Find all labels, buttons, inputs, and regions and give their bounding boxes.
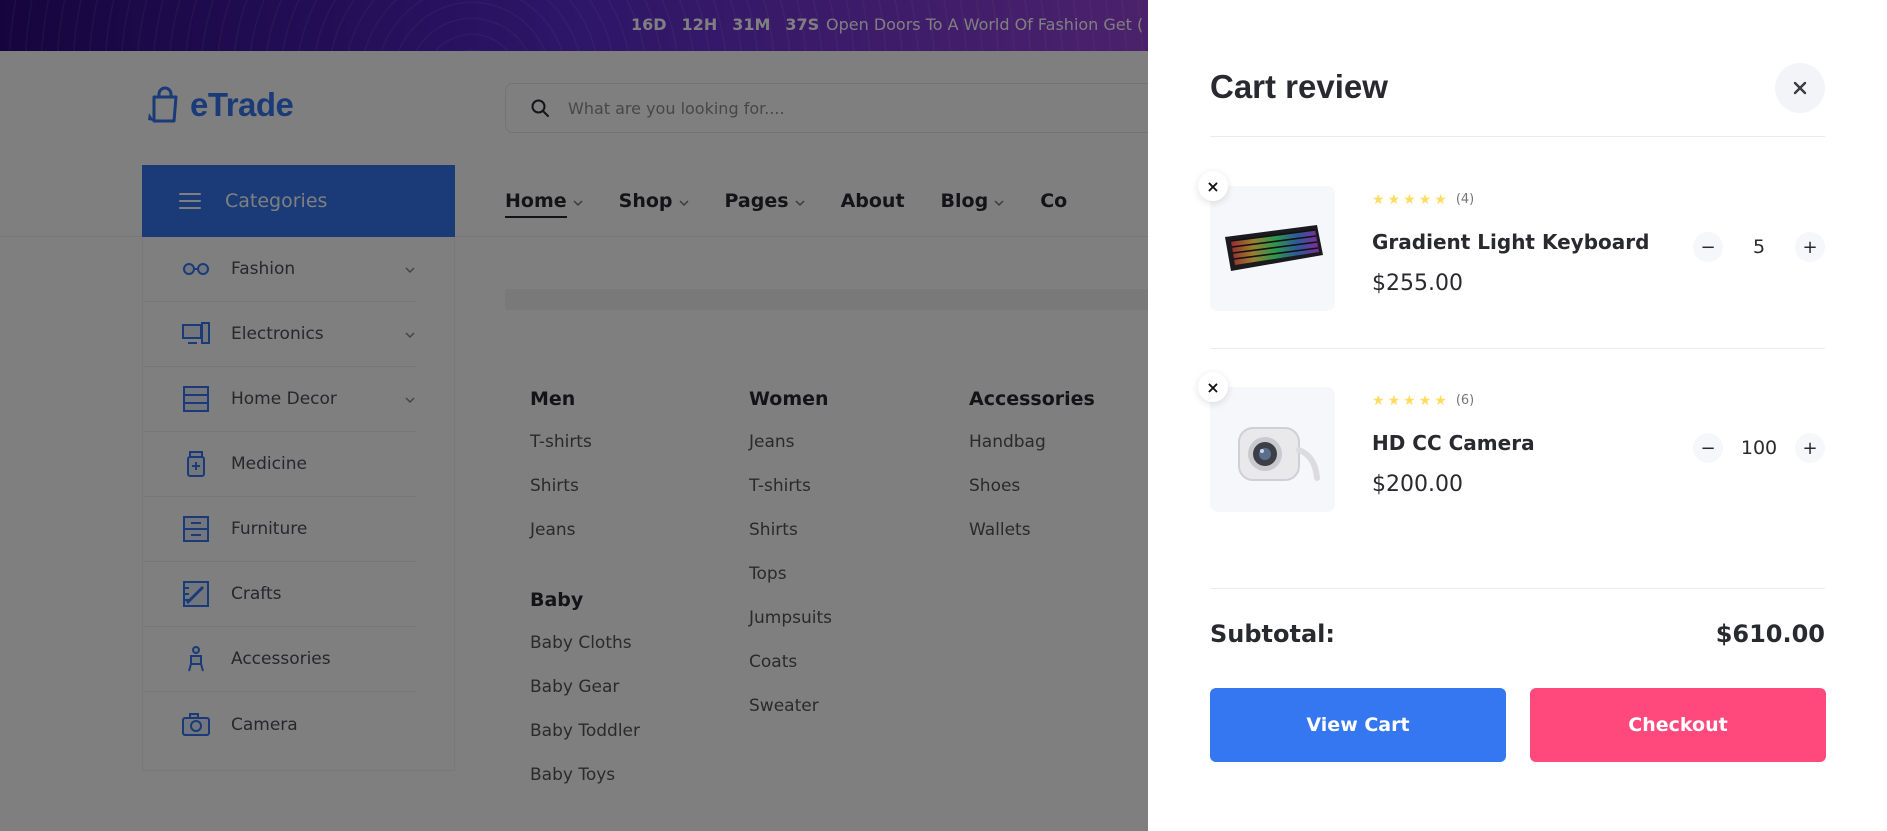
divider (1210, 348, 1825, 349)
product-thumbnail[interactable] (1210, 387, 1335, 512)
star-icon: ★ (1434, 191, 1447, 208)
product-rating: ★ ★ ★ ★ ★ (4) (1372, 192, 1474, 207)
cart-item: × ★ ★ ★ ★ ★ (6) HD CC Camera $200.00 − 1… (1198, 372, 1825, 512)
decrease-quantity-button[interactable]: − (1693, 433, 1723, 463)
star-icon: ★ (1372, 191, 1385, 208)
cart-subtotal: Subtotal: $610.00 (1210, 620, 1825, 648)
star-icon: ★ (1418, 191, 1432, 208)
product-price: $200.00 (1372, 472, 1463, 497)
remove-item-button[interactable]: × (1198, 372, 1228, 402)
product-name[interactable]: HD CC Camera (1372, 431, 1535, 455)
review-count: (6) (1455, 393, 1475, 408)
review-count: (4) (1455, 192, 1475, 207)
increase-quantity-button[interactable]: + (1795, 232, 1825, 262)
product-price: $255.00 (1372, 271, 1463, 296)
close-cart-button[interactable] (1775, 63, 1825, 113)
star-icon: ★ (1387, 392, 1401, 409)
product-thumbnail[interactable] (1210, 186, 1335, 311)
star-icon: ★ (1434, 392, 1447, 409)
remove-item-button[interactable]: × (1198, 171, 1228, 201)
quantity-stepper: − 5 + (1693, 232, 1825, 262)
divider (1210, 136, 1825, 137)
increase-quantity-button[interactable]: + (1795, 433, 1825, 463)
star-icon: ★ (1418, 392, 1432, 409)
product-rating: ★ ★ ★ ★ ★ (6) (1372, 393, 1474, 408)
divider (1210, 588, 1825, 589)
quantity-value[interactable]: 100 (1739, 437, 1779, 459)
cart-title: Cart review (1210, 68, 1388, 105)
star-icon: ★ (1403, 191, 1416, 208)
close-icon (1793, 81, 1807, 95)
checkout-button[interactable]: Checkout (1530, 688, 1826, 762)
cart-drawer: Cart review × ★ ★ ★ ★ ★ (4) Gradient Lig… (1148, 0, 1887, 831)
quantity-value[interactable]: 5 (1739, 236, 1779, 258)
star-icon: ★ (1387, 191, 1401, 208)
subtotal-label: Subtotal: (1210, 620, 1336, 648)
star-icon: ★ (1372, 392, 1385, 409)
decrease-quantity-button[interactable]: − (1693, 232, 1723, 262)
product-name[interactable]: Gradient Light Keyboard (1372, 230, 1649, 254)
view-cart-button[interactable]: View Cart (1210, 688, 1506, 762)
subtotal-value: $610.00 (1715, 620, 1825, 648)
cart-item: × ★ ★ ★ ★ ★ (4) Gradient Light Keyboard … (1198, 171, 1825, 311)
modal-backdrop[interactable] (0, 0, 1148, 831)
keyboard-image (1224, 224, 1323, 271)
star-icon: ★ (1403, 392, 1416, 409)
webcam-image (1237, 426, 1320, 481)
quantity-stepper: − 100 + (1693, 433, 1825, 463)
